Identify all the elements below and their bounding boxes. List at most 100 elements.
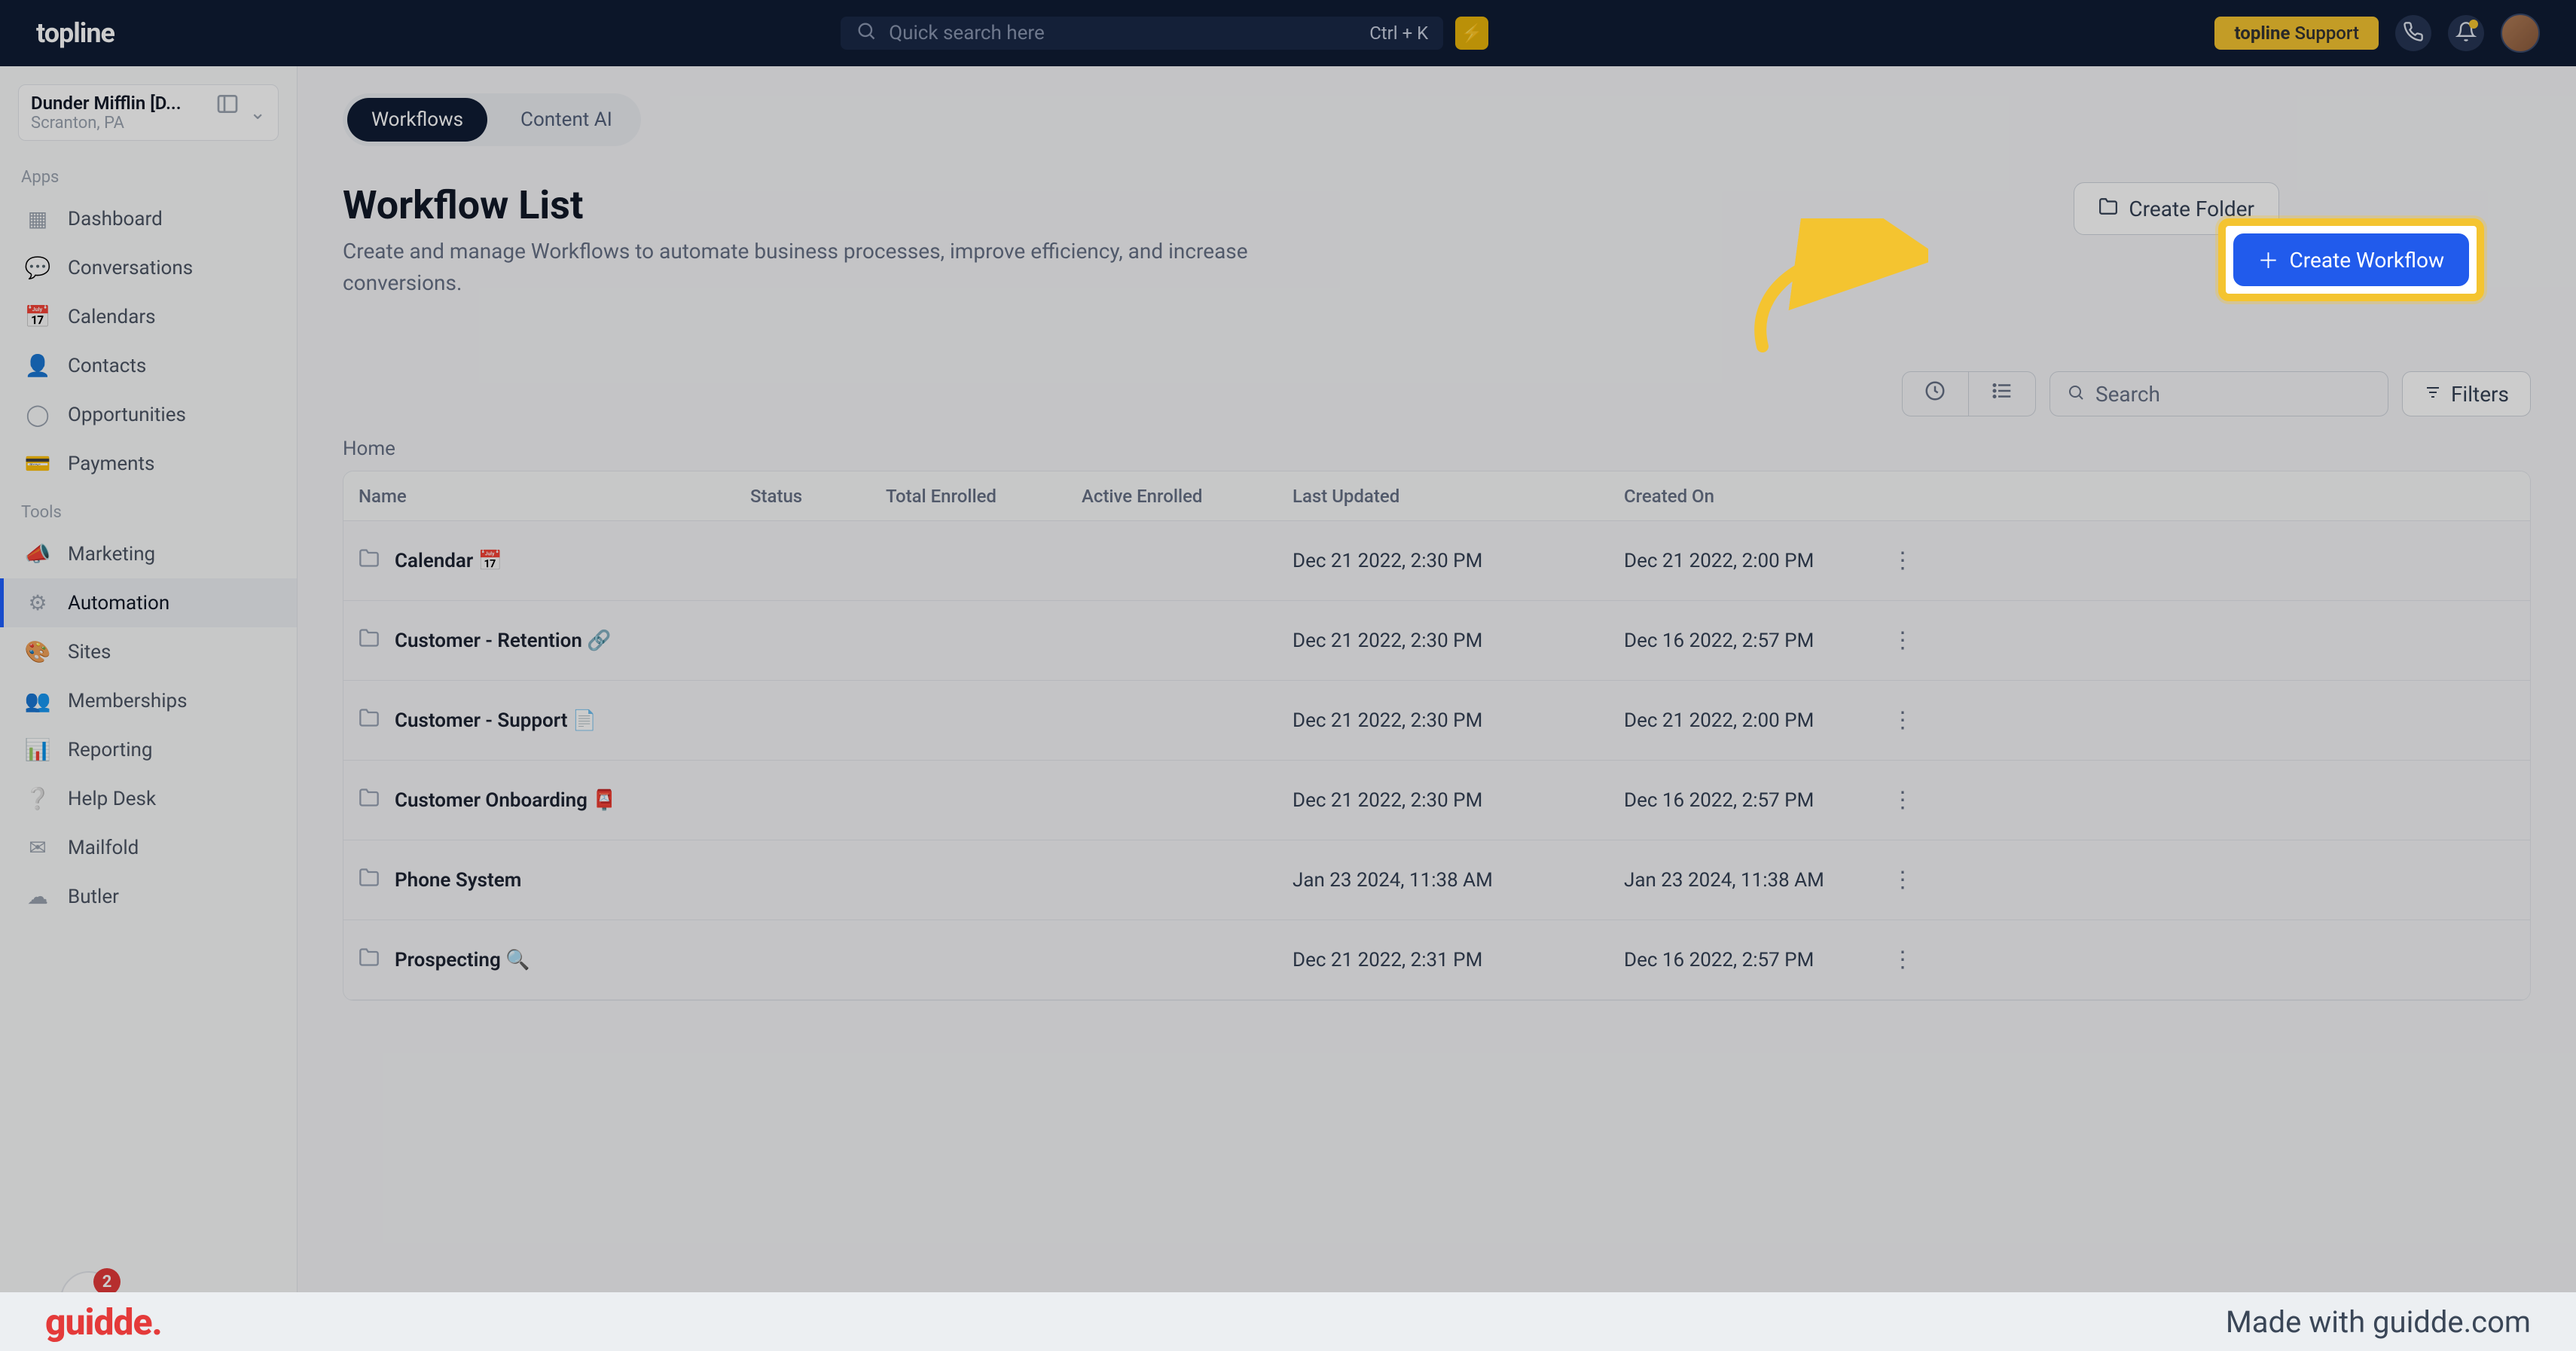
view-list-button[interactable]	[1969, 372, 2035, 416]
sidebar-item-marketing[interactable]: 📣 Marketing	[0, 529, 297, 578]
workflow-table: Name Status Total Enrolled Active Enroll…	[343, 471, 2531, 1001]
create-workflow-button[interactable]: ＋ Create Workflow	[2233, 233, 2469, 286]
col-header-last-updated: Last Updated	[1293, 486, 1624, 507]
opportunities-icon: ◯	[24, 402, 51, 427]
header-right: topline Support	[2214, 14, 2540, 53]
support-button[interactable]: topline Support	[2214, 17, 2379, 50]
row-actions-button[interactable]: ⋮	[1872, 947, 1933, 973]
row-actions-button[interactable]: ⋮	[1872, 787, 1933, 813]
panel-toggle-button[interactable]	[215, 92, 240, 122]
folder-icon	[359, 867, 380, 894]
table-row[interactable]: Customer Onboarding 📮Dec 21 2022, 2:30 P…	[343, 761, 2530, 840]
sidebar-item-automation[interactable]: ⚙Automation	[0, 578, 297, 627]
clock-icon	[1924, 380, 1946, 408]
cell-last-updated: Dec 21 2022, 2:30 PM	[1293, 789, 1624, 812]
sidebar-item-label: Butler	[68, 886, 119, 908]
highlight-frame: ＋ Create Workflow	[2218, 218, 2484, 301]
row-actions-button[interactable]: ⋮	[1872, 547, 1933, 574]
calendars-icon: 📅	[24, 304, 51, 329]
avatar[interactable]	[2501, 14, 2540, 53]
list-toolbar: Search Filters	[343, 371, 2531, 416]
sidebar-item-butler[interactable]: ☁ Butler	[0, 872, 297, 921]
account-name: Dunder Mifflin [D...	[31, 93, 236, 114]
sidebar-item-label: Conversations	[68, 257, 193, 279]
sidebar-item-calendars[interactable]: 📅 Calendars	[0, 292, 297, 341]
plus-icon: ＋	[2258, 245, 2279, 275]
table-search-input[interactable]: Search	[2050, 371, 2388, 416]
row-actions-button[interactable]: ⋮	[1872, 627, 1933, 654]
header-search-wrap: Quick search here Ctrl + K ⚡	[133, 17, 2197, 50]
filter-icon	[2424, 382, 2442, 407]
sites-icon: 🎨	[24, 639, 51, 664]
sidebar-item-label: Mailfold	[68, 837, 139, 859]
row-actions-button[interactable]: ⋮	[1872, 707, 1933, 733]
table-row[interactable]: Customer - Retention 🔗Dec 21 2022, 2:30 …	[343, 601, 2530, 681]
col-header-active-enrolled: Active Enrolled	[1082, 486, 1293, 507]
sidebar-section-apps: Apps	[0, 153, 297, 194]
view-recent-button[interactable]	[1903, 372, 1969, 416]
cell-last-updated: Dec 21 2022, 2:30 PM	[1293, 630, 1624, 652]
cell-created-on: Dec 16 2022, 2:57 PM	[1624, 949, 1872, 971]
cell-name: Calendar 📅	[359, 547, 750, 575]
account-selector[interactable]: Dunder Mifflin [D... Scranton, PA ⌄	[18, 84, 279, 141]
conversations-icon: 💬	[24, 255, 51, 280]
sidebar-item-label: Memberships	[68, 690, 188, 712]
folder-icon	[359, 707, 380, 734]
table-row[interactable]: Phone SystemJan 23 2024, 11:38 AMJan 23 …	[343, 840, 2530, 920]
bolt-button[interactable]: ⚡	[1455, 17, 1488, 50]
page-subtitle: Create and manage Workflows to automate …	[343, 236, 1337, 299]
table-header-row: Name Status Total Enrolled Active Enroll…	[343, 471, 2530, 521]
made-with-text: Made with guidde.com	[2226, 1304, 2531, 1340]
quick-search-input[interactable]: Quick search here Ctrl + K	[841, 17, 1443, 50]
sidebar-item-opportunities[interactable]: ◯ Opportunities	[0, 390, 297, 439]
sidebar-item-conversations[interactable]: 💬 Conversations	[0, 243, 297, 292]
sidebar-tools-list: 📣 Marketing ⚙Automation 🎨 Sites 👥Memberships📊…	[0, 529, 297, 921]
brand-logo[interactable]: topline	[36, 17, 114, 49]
sidebar-item-label: Opportunities	[68, 404, 186, 426]
table-row[interactable]: Customer - Support 📄Dec 21 2022, 2:30 PM…	[343, 681, 2530, 761]
sidebar-item-dashboard[interactable]: ▦ Dashboard	[0, 194, 297, 243]
tab-workflows[interactable]: Workflows	[347, 98, 487, 142]
sidebar-item-help-desk[interactable]: ❔Help Desk	[0, 774, 297, 823]
butler-icon: ☁	[24, 884, 51, 909]
marketing-icon: 📣	[24, 541, 51, 566]
sidebar-item-label: Sites	[68, 641, 111, 663]
list-icon	[1991, 380, 2013, 408]
bolt-icon: ⚡	[1460, 23, 1483, 44]
breadcrumb[interactable]: Home	[343, 438, 2531, 460]
cell-created-on: Dec 16 2022, 2:57 PM	[1624, 789, 1872, 812]
tab-content-ai[interactable]: Content AI	[496, 98, 636, 142]
sidebar-item-label: Marketing	[68, 543, 155, 566]
sidebar-item-payments[interactable]: 💳Payments	[0, 439, 297, 488]
table-search-placeholder: Search	[2095, 382, 2160, 407]
quick-search-placeholder: Quick search here	[889, 22, 1045, 44]
notifications-button[interactable]	[2448, 15, 2484, 51]
row-name-text: Customer - Support 📄	[395, 709, 597, 732]
row-name-text: Phone System	[395, 869, 521, 892]
sidebar-item-label: Automation	[68, 592, 169, 615]
filters-button[interactable]: Filters	[2402, 371, 2531, 416]
mailfold-icon: ✉	[24, 835, 51, 860]
page-tabs: WorkflowsContent AI	[343, 93, 641, 146]
quick-search-kbd: Ctrl + K	[1369, 23, 1428, 44]
sidebar-item-label: Calendars	[68, 306, 156, 328]
folder-icon	[359, 627, 380, 654]
dashboard-icon: ▦	[24, 206, 51, 231]
sidebar-item-label: Dashboard	[68, 208, 163, 230]
cell-last-updated: Jan 23 2024, 11:38 AM	[1293, 869, 1624, 892]
phone-button[interactable]	[2395, 15, 2431, 51]
sidebar-item-sites[interactable]: 🎨 Sites	[0, 627, 297, 676]
sidebar-item-label: Reporting	[68, 739, 152, 761]
sidebar-item-reporting[interactable]: 📊Reporting	[0, 725, 297, 774]
create-folder-label: Create Folder	[2129, 197, 2254, 221]
account-location: Scranton, PA	[31, 114, 236, 133]
col-header-status: Status	[750, 486, 886, 507]
sidebar-item-contacts[interactable]: 👤Contacts	[0, 341, 297, 390]
sidebar-item-label: Payments	[68, 453, 154, 475]
row-actions-button[interactable]: ⋮	[1872, 867, 1933, 893]
sidebar-item-mailfold[interactable]: ✉ Mailfold	[0, 823, 297, 872]
sidebar-item-memberships[interactable]: 👥Memberships	[0, 676, 297, 725]
table-row[interactable]: Prospecting 🔍Dec 21 2022, 2:31 PMDec 16 …	[343, 920, 2530, 1000]
table-row[interactable]: Calendar 📅Dec 21 2022, 2:30 PMDec 21 202…	[343, 521, 2530, 601]
support-label-rest: Support	[2294, 23, 2359, 44]
